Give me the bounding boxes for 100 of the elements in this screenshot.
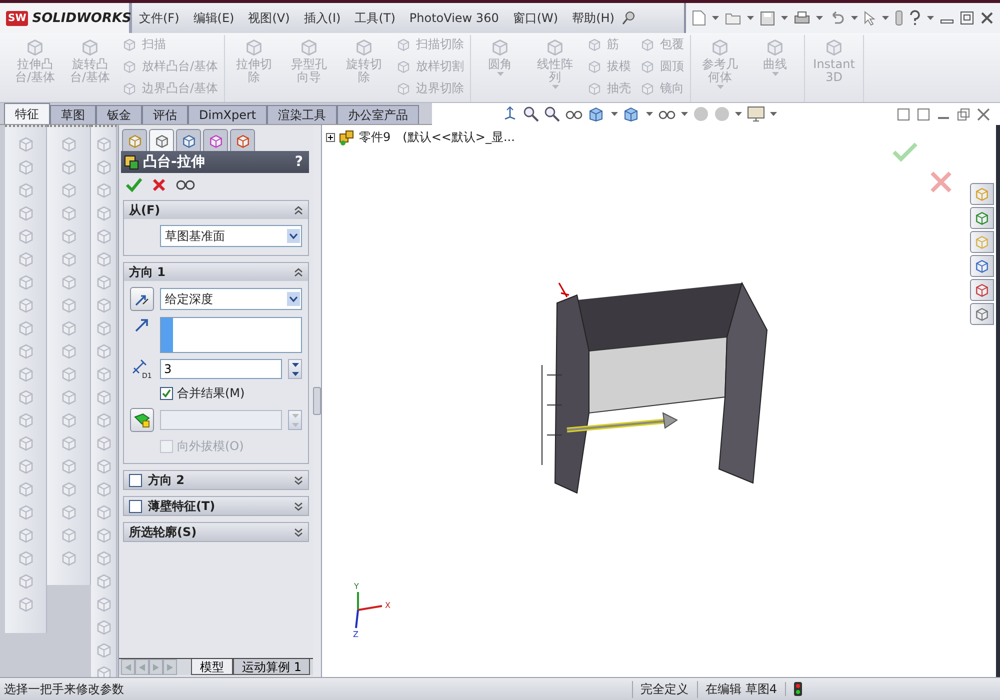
task-pane-tab[interactable] [970, 183, 994, 205]
box-icon [640, 37, 656, 52]
task-pane-tab[interactable] [970, 279, 994, 301]
tree-item[interactable]: 零件9 [359, 129, 391, 146]
spin-button[interactable] [288, 359, 302, 379]
box-icon [60, 503, 78, 521]
bottom-tab[interactable]: 模型 [191, 659, 233, 675]
menu-item[interactable]: 工具(T) [348, 10, 402, 26]
axis-icon[interactable] [502, 106, 518, 122]
close-icon[interactable] [980, 11, 994, 25]
ok-icon[interactable] [125, 177, 143, 193]
task-pane-tab[interactable] [970, 255, 994, 277]
menu-item[interactable]: 插入(I) [296, 10, 348, 26]
reverse-direction-button[interactable] [130, 287, 154, 311]
section-header[interactable]: 薄壁特征(T) [124, 497, 308, 515]
box-icon [16, 480, 34, 498]
panel-tab[interactable] [203, 129, 228, 151]
menu-item[interactable]: 编辑(E) [186, 10, 242, 26]
box-icon [16, 549, 34, 567]
draft-button[interactable] [130, 408, 154, 432]
caret-icon [851, 16, 858, 20]
section-header[interactable]: 所选轮廓(S) [124, 523, 308, 541]
command-tab[interactable]: DimXpert [188, 105, 268, 124]
command-tab[interactable]: 渲染工具 [267, 105, 338, 124]
cancel-icon[interactable] [151, 177, 167, 193]
box-icon [587, 59, 602, 74]
panel-tab[interactable] [230, 129, 255, 151]
menu-item[interactable]: 视图(V) [241, 10, 297, 26]
caret-icon [735, 112, 742, 116]
caret-icon [646, 112, 653, 116]
folder-icon[interactable] [725, 11, 741, 25]
expand-icon[interactable] [326, 133, 335, 142]
close-icon[interactable] [977, 108, 990, 120]
zoom-icon[interactable] [523, 106, 539, 122]
box-icon [122, 81, 137, 96]
help-button[interactable]: ? [294, 154, 303, 170]
panel-tab[interactable] [149, 129, 174, 151]
printer-icon[interactable] [794, 11, 810, 25]
box-icon [94, 181, 112, 199]
depth-field[interactable]: 3 [160, 359, 282, 379]
section-header[interactable]: 从(F) [124, 201, 308, 219]
box-icon [60, 250, 78, 268]
box-icon [16, 181, 34, 199]
menu-item[interactable]: 文件(F) [132, 10, 186, 26]
glasses-icon[interactable] [565, 108, 583, 120]
caret-icon [681, 112, 688, 116]
task-pane-tab[interactable] [970, 207, 994, 229]
command-tab[interactable]: 办公室产品 [337, 105, 420, 124]
box-icon [824, 37, 844, 57]
task-pane-tab[interactable] [970, 231, 994, 253]
left-arrow-icon [139, 664, 145, 670]
box-icon [60, 434, 78, 452]
box-icon [16, 227, 34, 245]
draft-icon [133, 412, 151, 428]
section-header[interactable]: 方向 2 [124, 471, 308, 489]
box-icon [94, 388, 112, 406]
dropdown[interactable]: 草图基准面 [160, 225, 302, 247]
task-pane-tab[interactable] [970, 303, 994, 325]
pane-icon [974, 306, 990, 322]
command-tab[interactable]: 草图 [50, 105, 96, 124]
restore-icon[interactable] [957, 108, 970, 120]
box-icon [710, 37, 730, 57]
menu-item[interactable]: 帮助(H) [565, 10, 622, 26]
command-tab[interactable]: 特征 [4, 103, 50, 124]
new-document-icon[interactable] [692, 10, 706, 26]
panel-tab[interactable] [176, 129, 201, 151]
dropdown[interactable]: 给定深度 [160, 288, 302, 310]
panel-tab[interactable] [122, 129, 147, 151]
monitor-icon[interactable] [747, 106, 765, 122]
box-icon [16, 434, 34, 452]
command-tab[interactable]: 评估 [142, 105, 188, 124]
box-icon [354, 37, 374, 57]
save-icon[interactable] [760, 10, 775, 26]
right-arrow-icon [153, 664, 159, 670]
caret-icon [712, 16, 719, 20]
box-icon [60, 342, 78, 360]
bottom-tab[interactable]: 运动算例 1 [233, 659, 310, 675]
box-icon [60, 411, 78, 429]
box-icon [94, 273, 112, 291]
split-view-icon[interactable] [897, 108, 910, 120]
status-message: 选择一把手来修改参数 [4, 680, 125, 698]
box-icon [122, 59, 137, 74]
status-field: 在编辑 草图4 [696, 680, 785, 698]
section-header[interactable]: 方向 1 [124, 263, 308, 281]
split-view-icon[interactable] [917, 108, 930, 120]
pointer-icon[interactable] [864, 10, 876, 26]
selection-box[interactable] [160, 317, 302, 353]
menu-item[interactable]: 窗口(W) [506, 10, 566, 26]
glasses-icon[interactable] [658, 108, 676, 120]
maximize-icon[interactable] [960, 11, 974, 25]
box-icon [94, 135, 112, 153]
caret-icon [781, 16, 788, 20]
expand-icon [294, 502, 303, 510]
command-tab[interactable]: 钣金 [96, 105, 142, 124]
zoom-icon[interactable] [544, 106, 560, 122]
menu-item[interactable]: PhotoView 360 [402, 11, 506, 25]
box-icon [122, 37, 137, 52]
checkbox[interactable]: 合并结果(M) [130, 385, 302, 402]
splitter-handle[interactable] [313, 387, 321, 415]
help-icon[interactable] [909, 10, 921, 26]
